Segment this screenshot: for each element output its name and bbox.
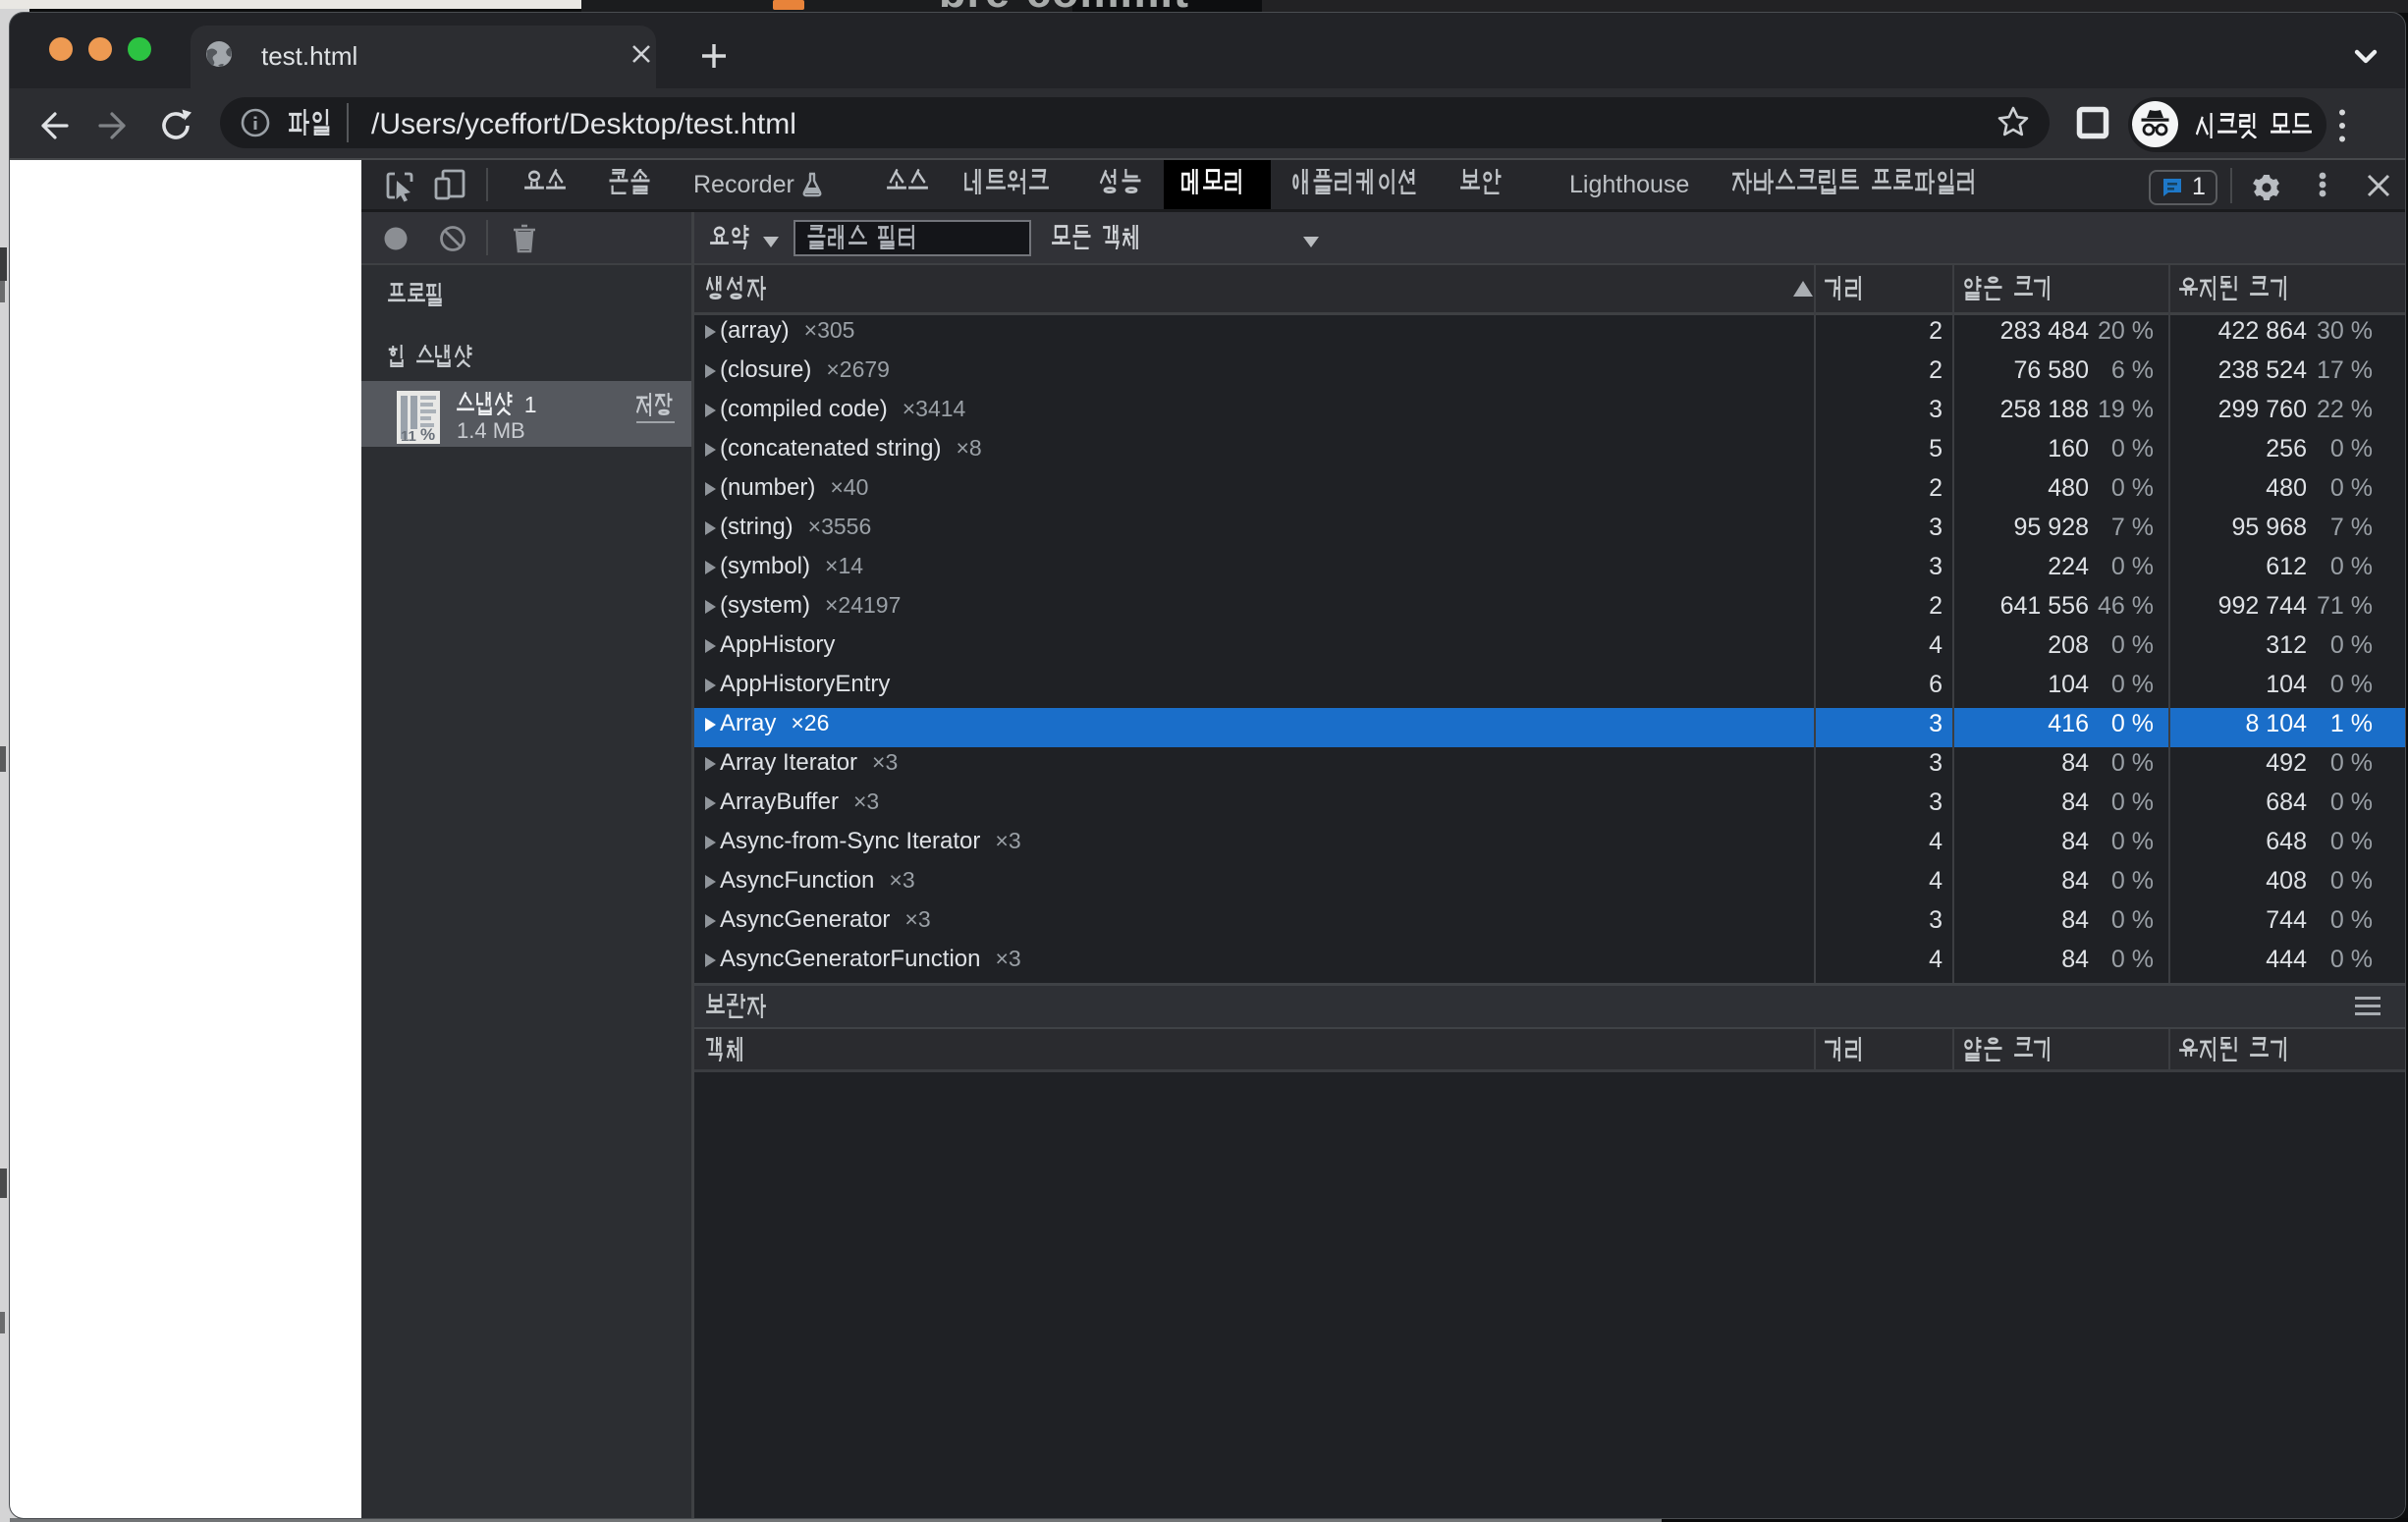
svg-text:11: 11	[401, 428, 416, 444]
svg-text:%: %	[420, 425, 435, 444]
